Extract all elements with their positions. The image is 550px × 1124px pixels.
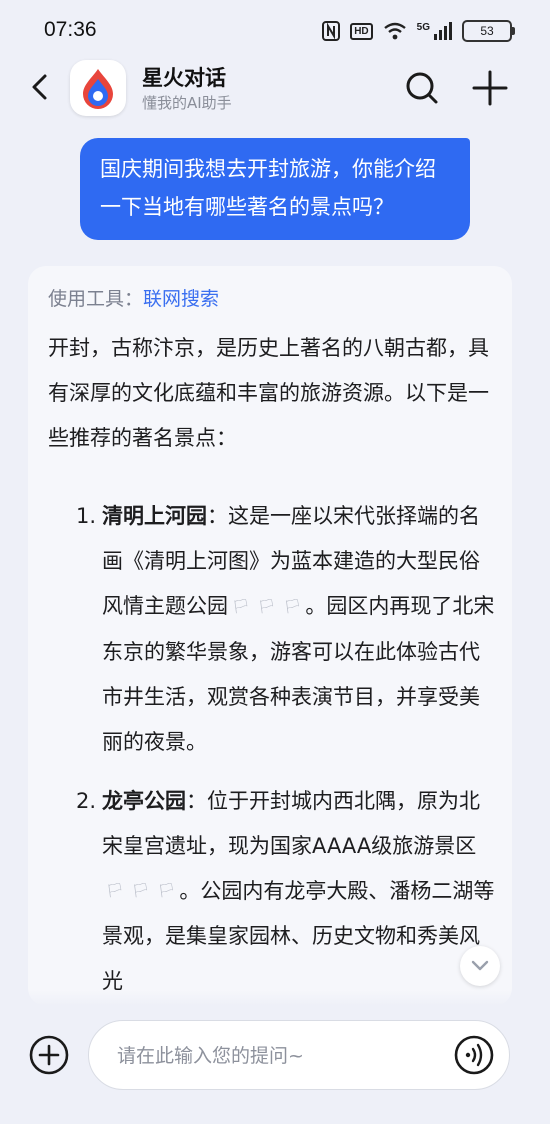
scroll-to-bottom-button[interactable] [460,946,500,986]
attraction-list: 1. 清明上河园：这是一座以宋代张择端的名画《清明上河图》为蓝本建造的大型民俗风… [76,494,496,1006]
app-logo [70,60,126,116]
scroll-fade [28,990,512,1006]
voice-icon[interactable] [453,1034,495,1076]
list-item: 2. 龙亭公园：位于开封城内西北隅，原为北宋皇宫遗址，现为国家AAAA级旅游景区… [76,779,496,1005]
list-item-number: 1. [76,504,97,528]
question-input-box [88,1020,510,1091]
question-input[interactable] [115,1021,439,1091]
add-circle-icon[interactable] [28,1034,70,1076]
status-icons: HD 5G 53 [322,20,515,42]
citation-icon[interactable]: 🏳 [232,585,250,630]
battery-indicator: 53 [462,20,515,42]
chat-subtitle: 懂我的AI助手 [142,94,232,112]
chat-title: 星火对话 [142,66,226,90]
list-item-title: 龙亭公园 [102,788,186,813]
nfc-icon [322,21,341,41]
tool-prefix: 使用工具： [48,288,144,310]
status-time: 07:36 [44,18,97,41]
status-bar: 07:36 HD 5G 53 [0,0,550,64]
list-item-title: 清明上河园 [102,504,207,528]
battery-level: 53 [480,24,494,38]
citation-icon[interactable]: 🏳 [284,585,302,630]
spark-logo-icon [83,69,113,109]
list-item-number: 2. [76,788,97,813]
back-arrow-icon[interactable] [24,70,58,104]
ai-response-card: 使用工具：联网搜索 开封，古称汴京，是历史上著名的八朝古都，具有深厚的文化底蕴和… [28,266,512,1006]
tool-name-link[interactable]: 联网搜索 [143,288,219,310]
citation-icon[interactable]: 🏳 [132,869,150,914]
network-label: 5G [416,22,430,33]
citation-icon[interactable]: 🏳 [158,869,176,914]
hd-badge: HD [350,22,373,40]
wifi-icon [383,22,406,40]
signal-icon: 5G [417,22,452,40]
user-message-bubble: 国庆期间我想去开封旅游，你能介绍一下当地有哪些著名的景点吗？ [80,138,470,240]
citation-icon[interactable]: 🏳 [258,585,276,630]
chat-header: 星火对话 懂我的AI助手 [0,56,550,126]
search-icon[interactable] [402,68,442,108]
tool-usage-line: 使用工具：联网搜索 [48,284,219,311]
chevron-down-icon [471,960,489,971]
plus-icon[interactable] [470,68,510,108]
list-item: 1. 清明上河园：这是一座以宋代张择端的名画《清明上河图》为蓝本建造的大型民俗风… [76,494,496,765]
ai-intro-text: 开封，古称汴京，是历史上著名的八朝古都，具有深厚的文化底蕴和丰富的旅游资源。以下… [48,336,489,450]
citation-icon[interactable]: 🏳 [106,869,124,914]
